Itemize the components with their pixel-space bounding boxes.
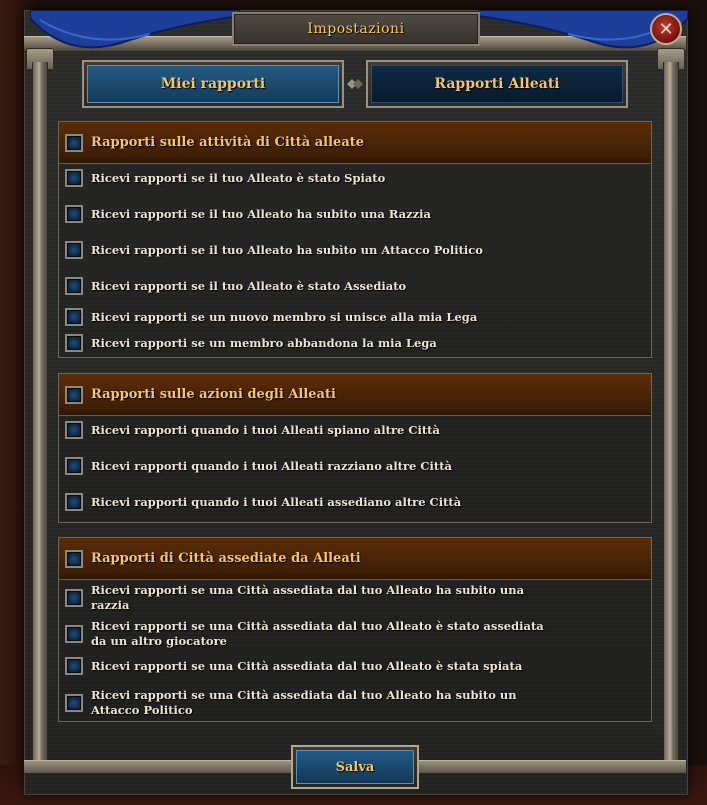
section-checkbox[interactable] (65, 385, 83, 404)
close-button[interactable]: ✕ (650, 13, 682, 45)
section-header-label: Rapporti di Città assediate da Alleati (91, 551, 361, 566)
list-item: Ricevi rapporti se una Città assediata d… (65, 688, 561, 718)
option-checkbox[interactable] (65, 457, 83, 475)
list-item: Ricevi rapporti se una Città assediata d… (65, 657, 522, 675)
option-label: Ricevi rapporti se il tuo Alleato è stat… (91, 170, 386, 185)
tab-allied-reports-label: Rapporti Alleati (434, 76, 560, 92)
option-checkbox[interactable] (65, 493, 83, 511)
list-item: Ricevi rapporti se un membro abbandona l… (65, 334, 437, 352)
curtain-left-decoration (30, 10, 240, 49)
option-label: Ricevi rapporti se il tuo Alleato ha sub… (91, 206, 431, 221)
option-label: Ricevi rapporti quando i tuoi Alleati ra… (91, 458, 452, 473)
tab-my-reports[interactable]: Miei rapporti (82, 60, 344, 108)
option-label: Ricevi rapporti quando i tuoi Alleati sp… (91, 422, 440, 437)
list-item: Ricevi rapporti se una Città assediata d… (65, 619, 561, 649)
section-checkbox[interactable] (65, 549, 83, 568)
section-allied-city-activities: Rapporti sulle attività di Città alleate… (58, 121, 652, 358)
section-header-label: Rapporti sulle attività di Città alleate (91, 135, 365, 150)
save-button-face: Salva (296, 750, 414, 784)
dialog-title: Impostazioni (232, 12, 480, 46)
list-item: Ricevi rapporti se il tuo Alleato ha sub… (65, 241, 483, 259)
section-header: Rapporti sulle azioni degli Alleati (59, 374, 651, 416)
list-item: Ricevi rapporti quando i tuoi Alleati as… (65, 493, 461, 511)
option-checkbox[interactable] (65, 241, 83, 259)
tab-my-reports-label: Miei rapporti (160, 76, 266, 92)
option-checkbox[interactable] (65, 169, 83, 187)
list-item: Ricevi rapporti se il tuo Alleato è stat… (65, 277, 406, 295)
pillar-right (663, 62, 679, 762)
option-label: Ricevi rapporti se un membro abbandona l… (91, 335, 437, 350)
option-label: Ricevi rapporti se un nuovo membro si un… (91, 309, 478, 324)
save-button-label: Salva (335, 759, 375, 775)
option-label: Ricevi rapporti se una Città assediata d… (91, 658, 523, 673)
list-item: Ricevi rapporti quando i tuoi Alleati sp… (65, 421, 440, 439)
option-checkbox[interactable] (65, 694, 83, 712)
pillar-left (32, 62, 48, 762)
option-checkbox[interactable] (65, 334, 83, 352)
section-header-label: Rapporti sulle azioni degli Alleati (91, 387, 336, 402)
option-checkbox[interactable] (65, 205, 83, 223)
option-label: Ricevi rapporti se una Città assediata d… (91, 688, 517, 717)
close-icon: ✕ (658, 18, 674, 40)
option-label: Ricevi rapporti quando i tuoi Alleati as… (91, 494, 462, 509)
option-checkbox[interactable] (65, 308, 83, 326)
option-checkbox[interactable] (65, 277, 83, 295)
option-label: Ricevi rapporti se una Città assediata d… (91, 619, 544, 648)
option-checkbox[interactable] (65, 657, 83, 675)
list-item: Ricevi rapporti se un nuovo membro si un… (65, 308, 477, 326)
diamond-right-icon (353, 79, 363, 89)
dialog-title-text: Impostazioni (307, 21, 405, 37)
list-item: Ricevi rapporti quando i tuoi Alleati ra… (65, 457, 452, 475)
tab-my-reports-face: Miei rapporti (87, 65, 339, 103)
section-allied-actions: Rapporti sulle azioni degli Alleati Rice… (58, 373, 652, 523)
option-label: Ricevi rapporti se il tuo Alleato ha sub… (91, 242, 483, 257)
section-checkbox[interactable] (65, 133, 83, 152)
section-header: Rapporti sulle attività di Città alleate (59, 122, 651, 164)
option-checkbox[interactable] (65, 589, 83, 607)
section-allied-besieged-cities: Rapporti di Città assediate da Alleati R… (58, 537, 652, 722)
option-label: Ricevi rapporti se una Città assediata d… (91, 583, 525, 612)
section-header: Rapporti di Città assediate da Alleati (59, 538, 651, 580)
tab-allied-reports[interactable]: Rapporti Alleati (366, 60, 628, 108)
tab-allied-reports-face: Rapporti Alleati (371, 65, 623, 103)
list-item: Ricevi rapporti se una Città assediata d… (65, 583, 561, 613)
option-checkbox[interactable] (65, 625, 83, 643)
option-checkbox[interactable] (65, 421, 83, 439)
save-button[interactable]: Salva (291, 745, 419, 789)
option-label: Ricevi rapporti se il tuo Alleato è stat… (91, 278, 407, 293)
list-item: Ricevi rapporti se il tuo Alleato è stat… (65, 169, 385, 187)
list-item: Ricevi rapporti se il tuo Alleato ha sub… (65, 205, 431, 223)
